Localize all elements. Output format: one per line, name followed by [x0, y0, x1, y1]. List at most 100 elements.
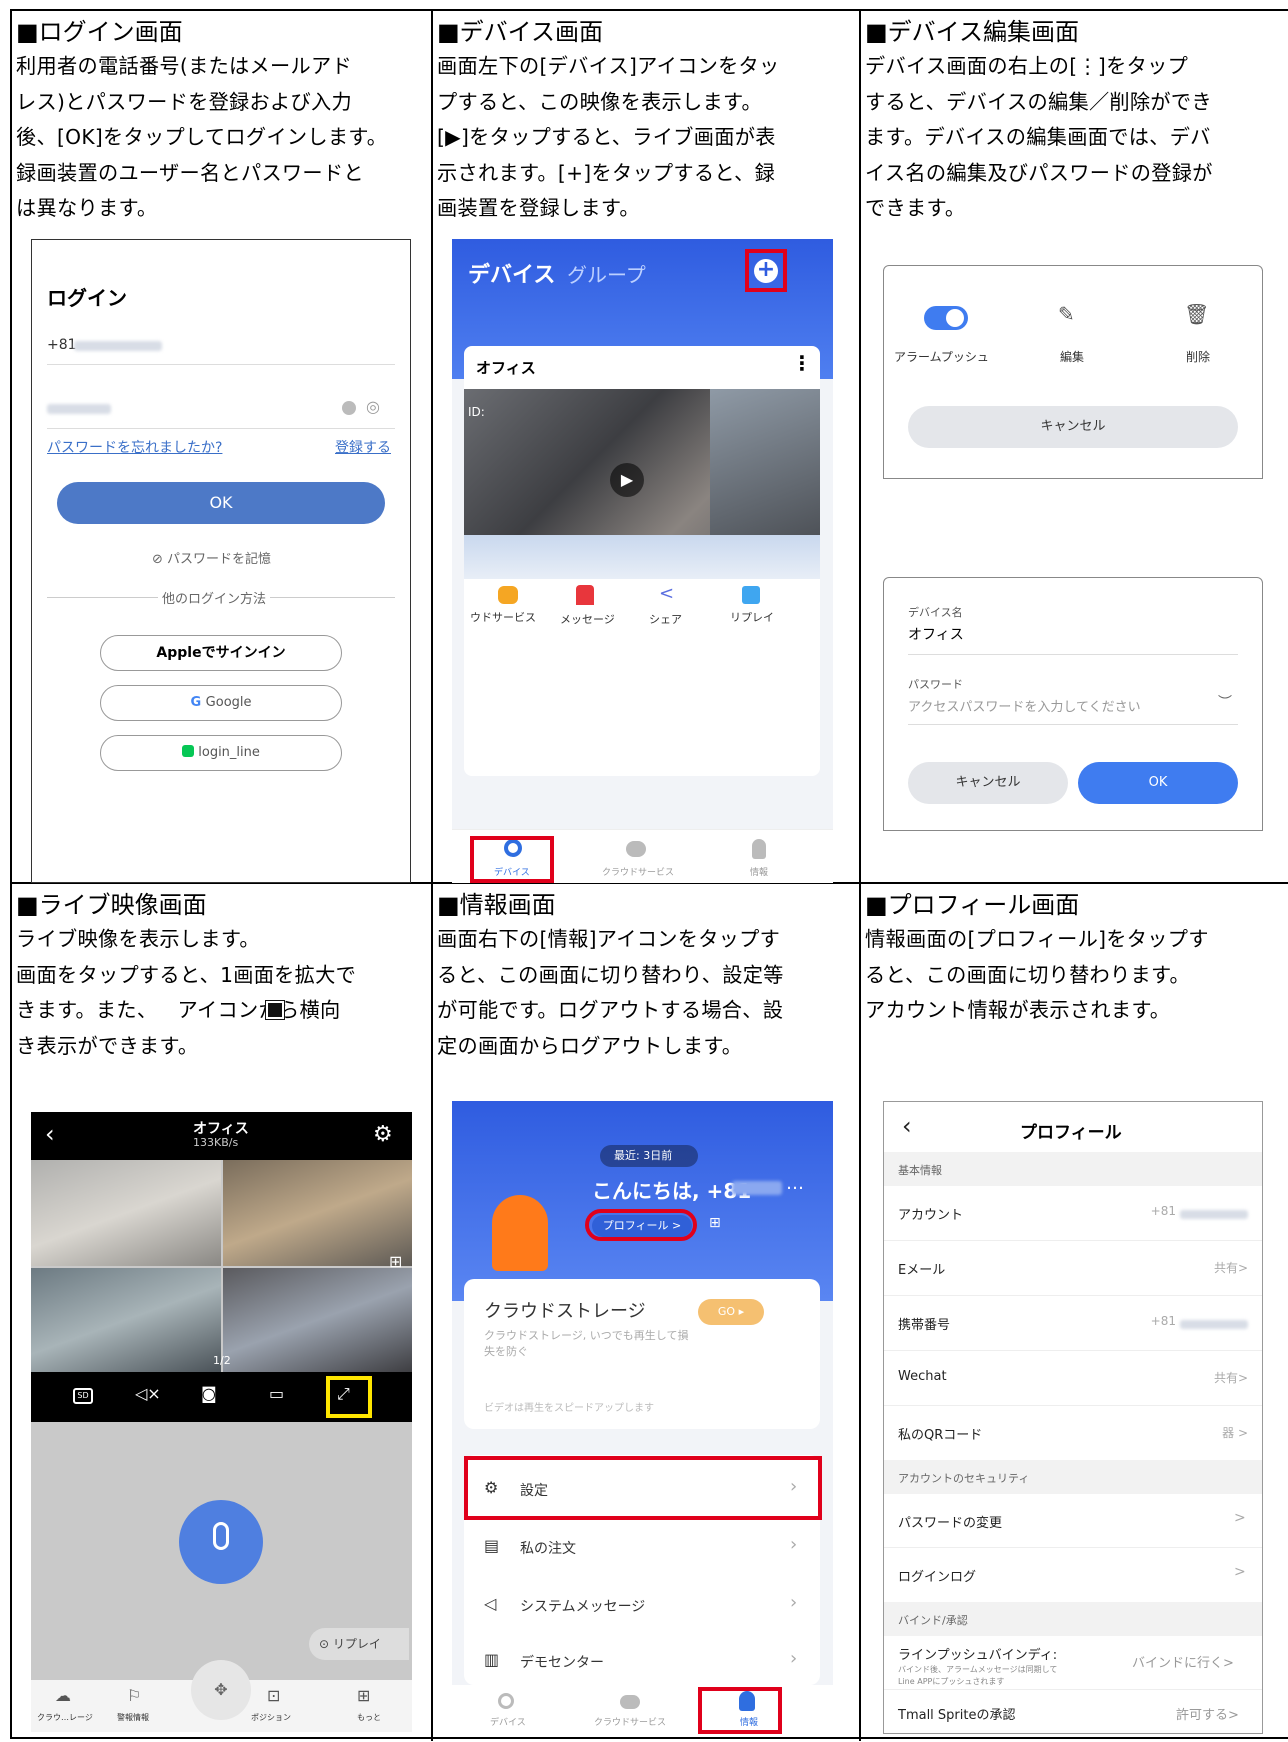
- clear-icon[interactable]: [342, 401, 356, 415]
- cell-info: ■情報画面 画面右下の[情報]アイコンをタップす ると、この画面に切り替わり、設…: [433, 884, 859, 1741]
- cell-text: 情報画面の[プロフィール]をタップす ると、この画面に切り替わります。 アカウン…: [865, 927, 1209, 1023]
- row-label: Wechat: [898, 1369, 947, 1384]
- record-icon[interactable]: ▭: [269, 1384, 284, 1403]
- camera-view-2[interactable]: [223, 1160, 412, 1266]
- highlight-add: [745, 249, 787, 292]
- replay-icon[interactable]: [742, 586, 760, 604]
- tab-group[interactable]: グループ: [567, 259, 646, 288]
- ok-button[interactable]: OK: [57, 482, 385, 524]
- page-indicator: 1/2: [213, 1354, 231, 1367]
- row-value: +81: [1150, 1204, 1176, 1218]
- row-label: Eメール: [898, 1263, 946, 1278]
- profile-row[interactable]: 私のQRコード 器 >: [884, 1406, 1262, 1461]
- eye-closed-icon[interactable]: ︶: [1218, 692, 1232, 712]
- line-bind-row[interactable]: ラインプッシュバインディ: バインド後、アラームメッセージは同期して Line …: [884, 1636, 1262, 1690]
- cell-text: 画面左下の[デバイス]アイコンをタッ プすると、この映像を表示します。 [▶]を…: [437, 54, 780, 221]
- cell-text: ライブ映像を表示します。 画面をタップすると、1画面を拡大で きます。また、 ア…: [16, 927, 357, 1058]
- map-icon[interactable]: ⊡: [267, 1686, 280, 1705]
- action-label: メッセージ: [560, 613, 615, 626]
- cell-title: ■デバイス編集画面: [865, 18, 1079, 46]
- edit-icon[interactable]: ✎: [1058, 302, 1075, 326]
- manual-table: ■ログイン画面 利用者の電話番号(またはメールアド レス)とパスワードを登録およ…: [10, 9, 1288, 1741]
- highlight-device: [470, 836, 554, 883]
- cloud-service-icon[interactable]: [498, 586, 518, 604]
- register-link[interactable]: 登録する: [335, 437, 391, 457]
- cell-title: ■情報画面: [437, 891, 556, 919]
- profile-row[interactable]: 携帯番号 +81: [884, 1296, 1262, 1351]
- cloud-desc: クラウドストレージ, いつでも再生して損: [484, 1329, 689, 1342]
- action-label: ウドサービス: [470, 611, 536, 624]
- alarm-push-toggle[interactable]: [924, 306, 968, 330]
- camera-view-1[interactable]: [31, 1160, 221, 1266]
- menu-orders[interactable]: ▤ 私の注文 ›: [466, 1518, 818, 1576]
- login-log-row[interactable]: ログインログ >: [884, 1548, 1262, 1602]
- alarm-icon[interactable]: [576, 585, 594, 605]
- settings-icon[interactable]: ⚙: [373, 1122, 393, 1147]
- info-screen: 最近: 3日前 こんにちは, +81 … プロフィール > ⊞ クラウドストレー…: [452, 1101, 833, 1734]
- cell-device-edit: ■デバイス編集画面 デバイス画面の右上の[⋮]をタップ すると、デバイスの編集／…: [861, 11, 1288, 882]
- tab-device[interactable]: デバイス: [468, 257, 555, 289]
- orders-icon: ▤: [484, 1536, 500, 1555]
- password-label: パスワード: [908, 678, 963, 691]
- cell-text: デバイス画面の右上の[⋮]をタップ すると、デバイスの編集／削除ができ ます。デ…: [865, 54, 1213, 221]
- apple-signin-button[interactable]: Appleでサインイン: [100, 635, 342, 671]
- info-nav-icon[interactable]: [752, 839, 766, 859]
- nav-label: クラウドサービス: [594, 1718, 667, 1728]
- device-name-input[interactable]: オフィス: [908, 624, 964, 644]
- fullscreen-icon: [265, 1000, 285, 1020]
- change-password-row[interactable]: パスワードの変更 >: [884, 1494, 1262, 1548]
- highlight-info: [698, 1687, 782, 1734]
- ok-button[interactable]: OK: [1078, 762, 1238, 804]
- cell-title: ■ログイン画面: [16, 18, 183, 46]
- forgot-password-link[interactable]: パスワードを忘れましたか?: [47, 437, 222, 457]
- menu-demo-center[interactable]: ▥ デモセンター ›: [466, 1634, 818, 1688]
- line-signin-button[interactable]: login_line: [100, 735, 342, 771]
- mute-icon[interactable]: ◁×: [135, 1384, 161, 1403]
- camera-view-4[interactable]: [223, 1268, 412, 1372]
- row-label: 携帯番号: [898, 1318, 951, 1333]
- more-vert-icon[interactable]: ⋮: [792, 351, 812, 375]
- device-nav-icon[interactable]: [498, 1693, 514, 1709]
- remember-password[interactable]: ⊘ パスワードを記憶: [152, 548, 271, 567]
- cloud-nav-icon[interactable]: [620, 1695, 640, 1709]
- microphone-button[interactable]: [179, 1500, 263, 1584]
- cloud-nav-icon[interactable]: [626, 841, 646, 857]
- back-icon[interactable]: ‹: [45, 1120, 55, 1148]
- more-icon[interactable]: ⊞: [357, 1686, 370, 1705]
- camera-icon[interactable]: ◙: [201, 1384, 217, 1403]
- cancel-button[interactable]: キャンセル: [908, 762, 1068, 804]
- cloud-desc: 失を防ぐ: [484, 1345, 528, 1358]
- alarm-info-icon[interactable]: ⚐: [127, 1686, 141, 1705]
- grid-icon[interactable]: ⊞: [389, 1252, 402, 1271]
- profile-row[interactable]: Wechat 共有>: [884, 1351, 1262, 1406]
- ptz-control[interactable]: ✥: [191, 1660, 251, 1720]
- password-input[interactable]: アクセスパスワードを入力してください: [908, 696, 1141, 715]
- cell-title: ■プロフィール画面: [865, 891, 1080, 919]
- cell-device: ■デバイス画面 画面左下の[デバイス]アイコンをタッ プすると、この映像を表示し…: [433, 11, 859, 883]
- recent-badge: 最近: 3日前: [600, 1145, 698, 1167]
- trash-icon[interactable]: 🗑: [1184, 302, 1209, 326]
- camera-view-3[interactable]: [31, 1268, 221, 1372]
- cell-profile: ■プロフィール画面 情報画面の[プロフィール]をタップす ると、この画面に切り替…: [861, 884, 1288, 1741]
- live-title: オフィス: [193, 1121, 249, 1137]
- sd-icon[interactable]: SD: [73, 1388, 93, 1404]
- cell-live: ■ライブ映像画面 ライブ映像を表示します。 画面をタップすると、1画面を拡大で …: [12, 884, 431, 1741]
- tmall-row[interactable]: Tmall Spriteの承認 許可する>: [884, 1690, 1262, 1733]
- password-field[interactable]: [47, 404, 111, 414]
- edit-sheet: アラームプッシュ ✎ 編集 🗑 削除 キャンセル: [883, 265, 1263, 479]
- google-signin-button[interactable]: G Google: [100, 685, 342, 721]
- menu-system-messages[interactable]: ◁ システムメッセージ ›: [466, 1576, 818, 1634]
- cancel-button[interactable]: キャンセル: [908, 406, 1238, 448]
- share-icon[interactable]: <: [659, 583, 674, 604]
- phone-field[interactable]: +81: [47, 337, 77, 353]
- login-title: ログイン: [47, 286, 127, 310]
- profile-row[interactable]: Eメール 共有>: [884, 1241, 1262, 1296]
- cloud-icon[interactable]: ☁: [55, 1686, 71, 1705]
- go-button[interactable]: GO ▸: [698, 1299, 764, 1325]
- play-icon[interactable]: ▶: [610, 463, 644, 497]
- qr-icon[interactable]: ⊞: [709, 1215, 721, 1231]
- delete-label: 削除: [1186, 350, 1211, 364]
- profile-row[interactable]: アカウント +81: [884, 1186, 1262, 1241]
- eye-icon[interactable]: ◎: [366, 397, 380, 416]
- back-icon[interactable]: ‹: [902, 1112, 912, 1140]
